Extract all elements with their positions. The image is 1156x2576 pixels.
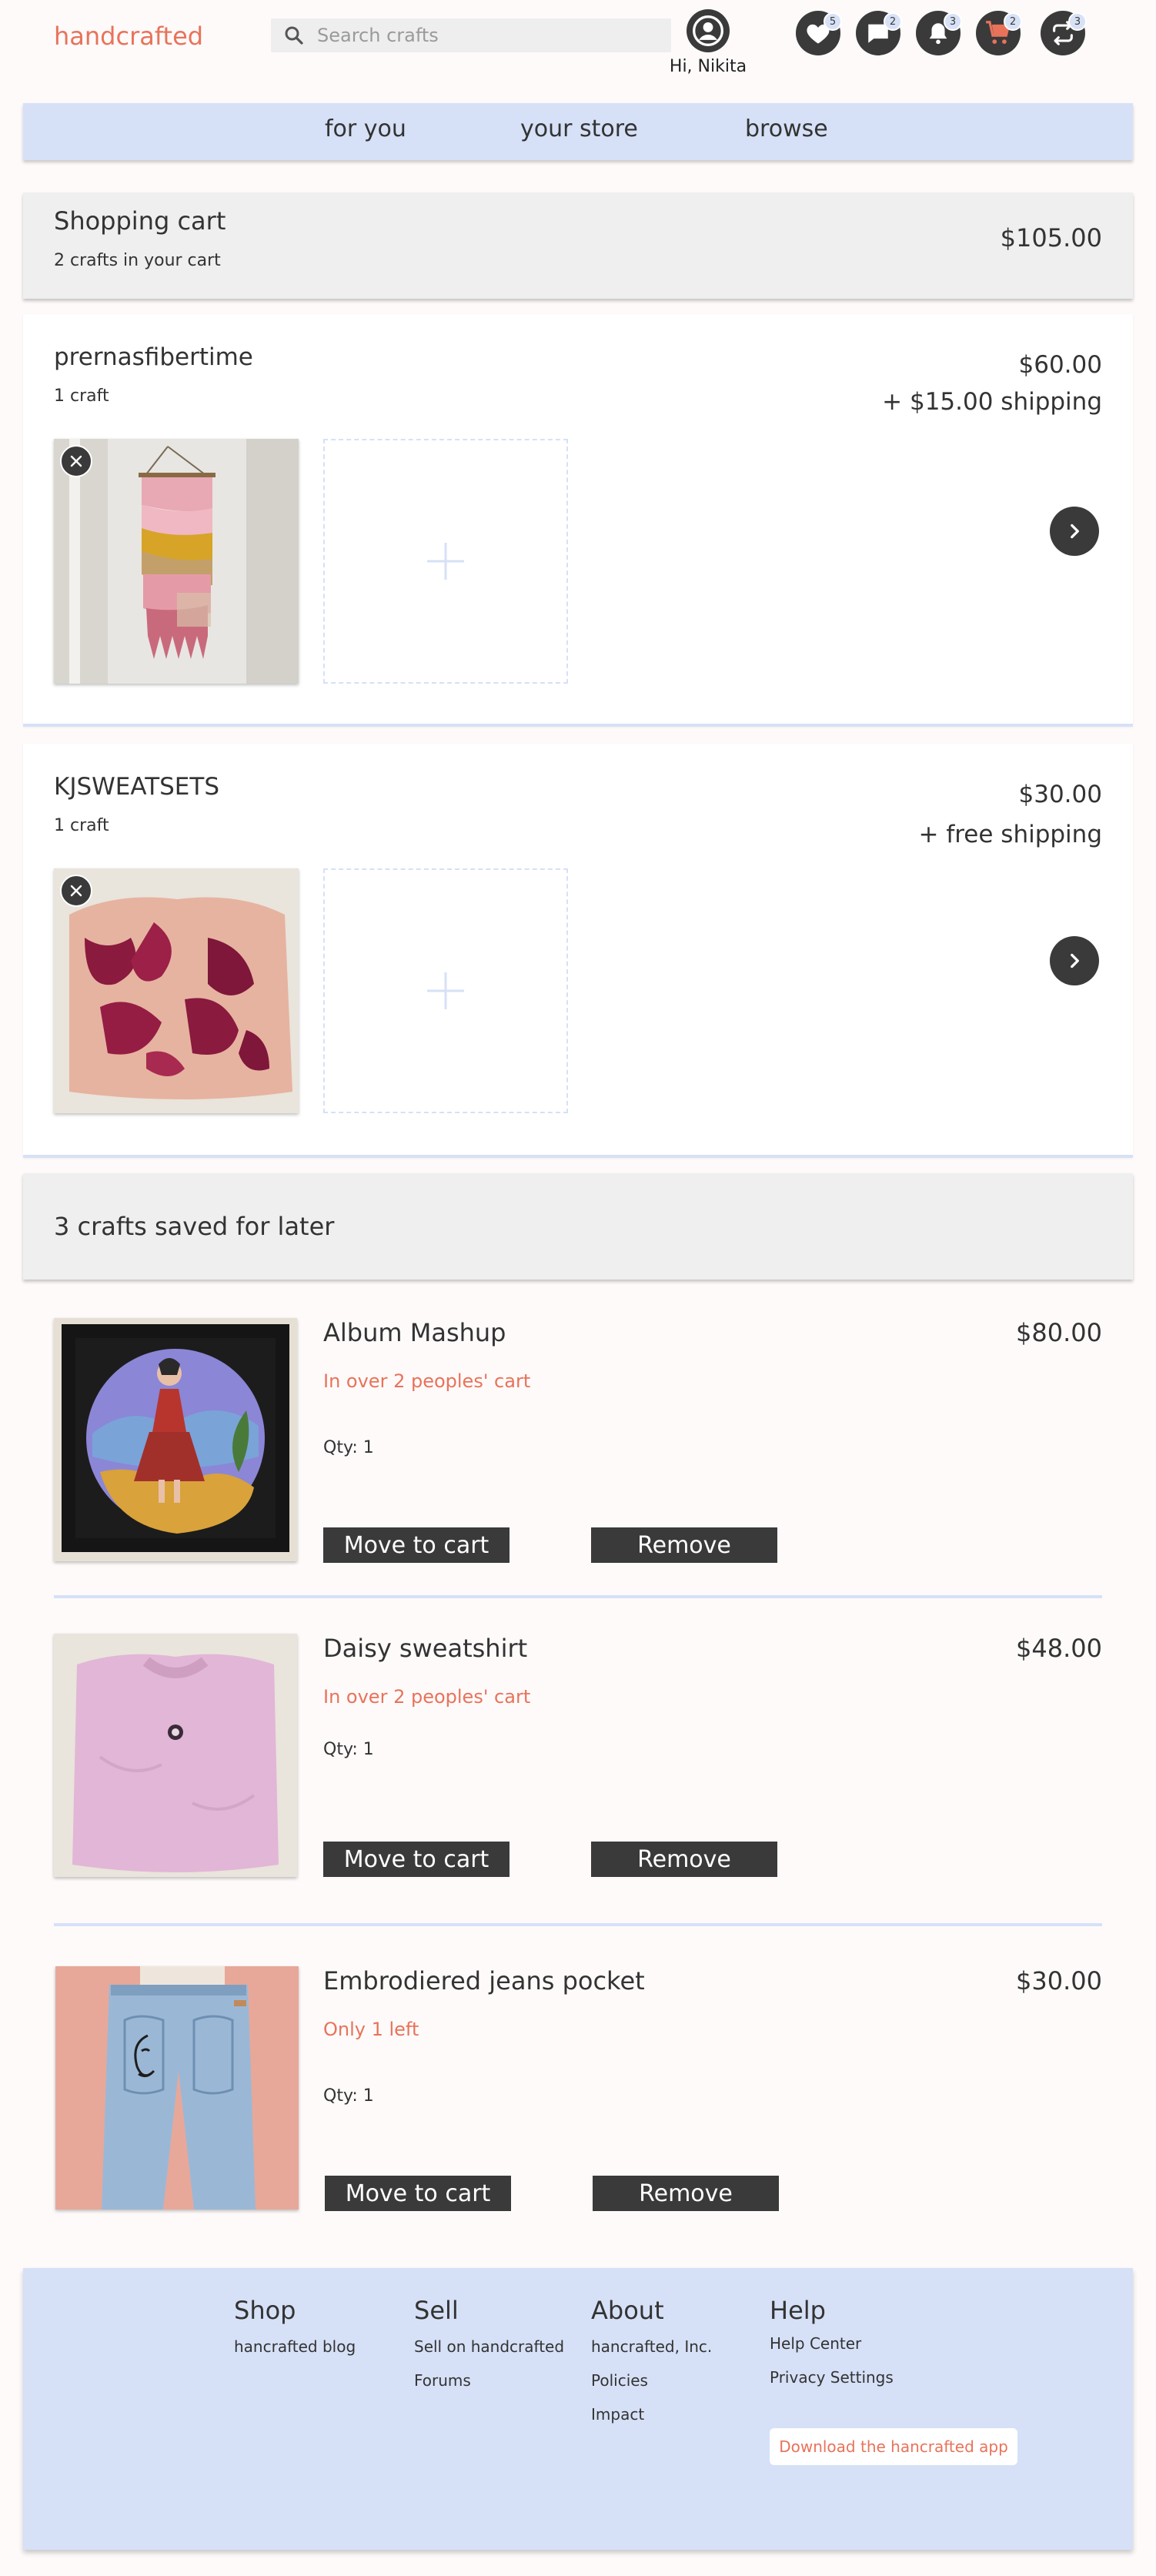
footer-heading-about: About <box>591 2296 664 2325</box>
remove-item-icon[interactable] <box>60 445 92 477</box>
cart-count: 2 crafts in your cart <box>54 251 221 270</box>
nav-browse[interactable]: browse <box>745 115 828 142</box>
product-image-tie-dye-sweatshirt[interactable] <box>54 868 299 1113</box>
saved-item-status: In over 2 peoples' cart <box>323 1370 531 1392</box>
product-image-wall-hanging[interactable] <box>54 439 299 684</box>
search-icon <box>271 24 317 47</box>
product-image-daisy-sweatshirt[interactable] <box>54 1634 297 1877</box>
footer-link-company[interactable]: hancrafted, Inc. <box>591 2337 712 2356</box>
cart-badge: 2 <box>1004 12 1022 31</box>
cart-total: $105.00 <box>1000 223 1102 253</box>
product-image-album-mashup[interactable] <box>54 1318 297 1561</box>
saved-item-album-mashup: Album Mashup In over 2 peoples' cart Qty… <box>54 1318 1102 1603</box>
bell-icon[interactable]: 3 <box>916 11 962 55</box>
footer-col-help: Help Help Center Privacy Settings <box>770 2296 894 2402</box>
footer-heading-sell: Sell <box>414 2296 459 2325</box>
footer-link-privacy[interactable]: Privacy Settings <box>770 2368 894 2387</box>
saved-title: 3 crafts saved for later <box>54 1212 335 1241</box>
account-icon[interactable] <box>687 9 730 52</box>
saved-item-daisy-sweatshirt: Daisy sweatshirt In over 2 peoples' cart… <box>54 1634 1102 1919</box>
logo[interactable]: handcrafted <box>54 22 203 51</box>
shop-section-prernasfibertime: prernasfibertime 1 craft $60.00 + $15.00… <box>23 314 1133 727</box>
nav-for-you[interactable]: for you <box>325 115 406 142</box>
chevron-right-icon[interactable] <box>1050 507 1099 556</box>
shop-name[interactable]: KJSWEATSETS <box>54 773 219 801</box>
saved-item-name[interactable]: Album Mashup <box>323 1318 506 1347</box>
move-to-cart-button[interactable]: Move to cart <box>323 1842 510 1877</box>
footer-link-help-center[interactable]: Help Center <box>770 2334 894 2353</box>
shop-section-kjsweatsets: KJSWEATSETS 1 craft $30.00 + free shippi… <box>23 744 1133 1158</box>
saved-item-jeans-pocket: Embrodiered jeans pocket Only 1 left Qty… <box>54 1966 1102 2251</box>
notifications-badge: 3 <box>944 12 962 31</box>
search-input[interactable]: Search crafts <box>317 25 439 46</box>
shop-shipping: + free shipping <box>918 821 1102 848</box>
saved-item-price: $48.00 <box>1016 1634 1102 1663</box>
shop-craft-count: 1 craft <box>54 386 109 406</box>
footer-link-sell[interactable]: Sell on handcrafted <box>414 2337 564 2356</box>
divider <box>54 1595 1102 1598</box>
cart-summary: Shopping cart 2 crafts in your cart $105… <box>23 192 1133 299</box>
saved-for-later-header: 3 crafts saved for later <box>23 1173 1133 1280</box>
message-icon[interactable]: 2 <box>856 11 902 55</box>
footer-col-sell: Sell Sell on handcrafted Forums <box>414 2296 564 2405</box>
remove-button[interactable]: Remove <box>591 1842 777 1877</box>
plus-icon <box>427 543 464 580</box>
footer-col-shop: Shop hancrafted blog <box>234 2296 356 2371</box>
search-bar[interactable]: Search crafts <box>271 18 671 52</box>
footer-heading-shop: Shop <box>234 2296 296 2325</box>
download-app-button[interactable]: Download the hancrafted app <box>770 2428 1017 2465</box>
saved-item-qty: Qty: 1 <box>323 2086 374 2106</box>
footer-link-impact[interactable]: Impact <box>591 2405 712 2424</box>
main-nav: for you your store browse <box>23 103 1133 160</box>
messages-badge: 2 <box>884 12 902 31</box>
footer: Shop hancrafted blog Sell Sell on handcr… <box>23 2268 1133 2550</box>
shop-name[interactable]: prernasfibertime <box>54 343 253 371</box>
chevron-right-icon[interactable] <box>1050 936 1099 985</box>
cart-title: Shopping cart <box>54 206 226 236</box>
product-image-jeans-pocket[interactable] <box>55 1966 299 2210</box>
saved-item-price: $30.00 <box>1016 1966 1102 1996</box>
add-craft-slot[interactable] <box>323 868 568 1113</box>
user-greeting: Hi, Nikita <box>669 57 747 76</box>
swap-badge: 3 <box>1068 12 1087 31</box>
footer-link-policies[interactable]: Policies <box>591 2371 712 2390</box>
remove-item-icon[interactable] <box>60 875 92 907</box>
footer-col-about: About hancrafted, Inc. Policies Impact <box>591 2296 712 2439</box>
plus-icon <box>427 972 464 1009</box>
footer-link-blog[interactable]: hancrafted blog <box>234 2337 356 2356</box>
remove-button[interactable]: Remove <box>591 1527 777 1563</box>
shop-price: $30.00 <box>1018 781 1102 808</box>
remove-button[interactable]: Remove <box>593 2176 779 2211</box>
saved-item-price: $80.00 <box>1016 1318 1102 1347</box>
saved-item-status: Only 1 left <box>323 2019 419 2040</box>
saved-item-status: In over 2 peoples' cart <box>323 1686 531 1708</box>
saved-item-qty: Qty: 1 <box>323 1740 374 1759</box>
saved-item-name[interactable]: Embrodiered jeans pocket <box>323 1966 645 1996</box>
favorites-badge: 5 <box>824 12 842 31</box>
shop-craft-count: 1 craft <box>54 816 109 835</box>
footer-heading-help: Help <box>770 2296 826 2325</box>
move-to-cart-button[interactable]: Move to cart <box>325 2176 511 2211</box>
saved-item-name[interactable]: Daisy sweatshirt <box>323 1634 527 1663</box>
heart-icon[interactable]: 5 <box>796 11 842 55</box>
profile-menu[interactable]: Hi, Nikita <box>668 9 748 76</box>
shop-shipping: + $15.00 shipping <box>882 388 1102 416</box>
add-craft-slot[interactable] <box>323 439 568 684</box>
divider <box>54 1923 1102 1926</box>
saved-item-qty: Qty: 1 <box>323 1438 374 1457</box>
move-to-cart-button[interactable]: Move to cart <box>323 1527 510 1563</box>
nav-your-store[interactable]: your store <box>520 115 638 142</box>
shop-price: $60.00 <box>1018 351 1102 379</box>
footer-link-forums[interactable]: Forums <box>414 2371 564 2390</box>
cart-icon[interactable]: 2 <box>976 11 1022 55</box>
swap-icon[interactable]: 3 <box>1041 11 1087 55</box>
